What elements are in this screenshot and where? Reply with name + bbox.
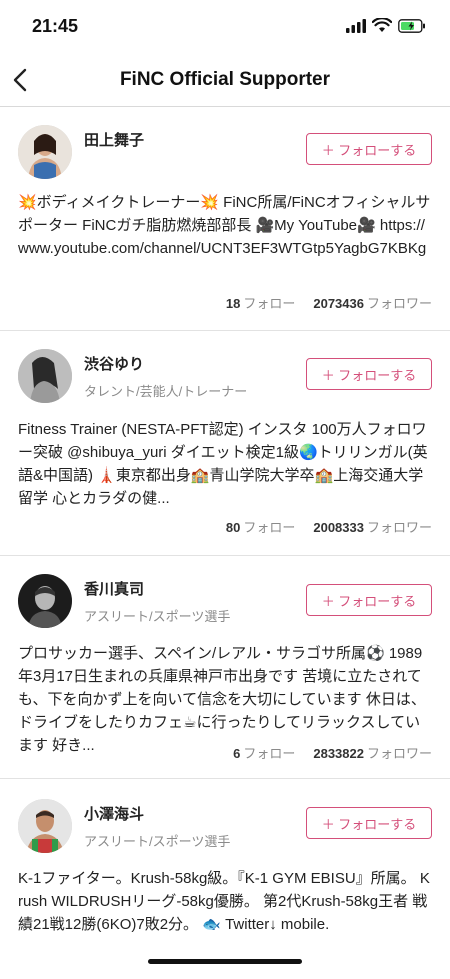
status-icons — [346, 18, 426, 33]
avatar[interactable] — [18, 574, 72, 628]
following-count: 6 フォロー — [233, 746, 296, 761]
home-indicator — [148, 959, 302, 964]
follow-stats: 18 フォロー 2073436 フォロワー — [226, 293, 432, 312]
user-bio: プロサッカー選手、スペイン/レアル・サラゴサ所属⚽ 1989年3月17日生まれの… — [18, 645, 426, 754]
user-card[interactable]: 田上舞子 ＋ フォローする 💥ボディメイクトレーナー💥 FiNC所属/FiNCオ… — [0, 107, 450, 331]
user-bio: K-1ファイター。Krush-58kg級。『K-1 GYM EBISU』所属。 … — [18, 870, 430, 933]
wifi-icon — [372, 18, 392, 32]
user-role: アスリート/スポーツ選手 — [84, 609, 231, 624]
status-time: 21:45 — [32, 16, 79, 36]
status-bar: 21:45 — [0, 0, 450, 56]
follow-button[interactable]: ＋ フォローする — [306, 133, 432, 165]
following-count: 80 フォロー — [225, 520, 296, 535]
user-card[interactable]: 渋谷ゆり タレント/芸能人/トレーナー ＋ フォローする Fitness Tra… — [0, 331, 450, 556]
follow-button[interactable]: ＋ フォローする — [306, 584, 432, 616]
user-bio: 💥ボディメイクトレーナー💥 FiNC所属/FiNCオフィシャルサポーター FiN… — [18, 194, 431, 257]
user-role: タレント/芸能人/トレーナー — [84, 384, 248, 399]
follow-stats: 6 フォロー 2833822 フォロワー — [233, 743, 432, 762]
followers-count: 2008333 フォロワー — [313, 520, 432, 535]
battery-icon — [398, 18, 425, 33]
user-name[interactable]: 小澤海斗 — [84, 803, 144, 824]
following-count: 18 フォロー — [225, 296, 296, 311]
follow-button[interactable]: ＋ フォローする — [306, 807, 432, 839]
user-bio: Fitness Trainer (NESTA-PFT認定) インスタ 100万人… — [18, 421, 428, 507]
signal-icon — [346, 18, 366, 33]
follow-button[interactable]: ＋ フォローする — [306, 358, 432, 390]
user-role: アスリート/スポーツ選手 — [84, 834, 231, 849]
avatar[interactable] — [18, 349, 72, 403]
followers-count: 2833822 フォロワー — [313, 746, 432, 761]
page-title: FiNC Official Supporter — [119, 69, 331, 90]
user-card[interactable]: 香川真司 アスリート/スポーツ選手 ＋ フォローする プロサッカー選手、スペイン… — [0, 556, 450, 779]
user-name[interactable]: 田上舞子 — [84, 129, 144, 150]
avatar[interactable] — [18, 799, 72, 853]
followers-count: 2073436 フォロワー — [313, 296, 432, 311]
navigation-bar: FiNC Official Supporter — [0, 56, 450, 107]
avatar[interactable] — [18, 125, 72, 179]
user-name[interactable]: 香川真司 — [84, 578, 144, 599]
user-card[interactable]: 小澤海斗 アスリート/スポーツ選手 ＋ フォローする K-1ファイター。Krus… — [0, 779, 450, 979]
user-name[interactable]: 渋谷ゆり — [84, 353, 144, 374]
follow-stats: 80 フォロー 2008333 フォロワー — [226, 517, 432, 536]
